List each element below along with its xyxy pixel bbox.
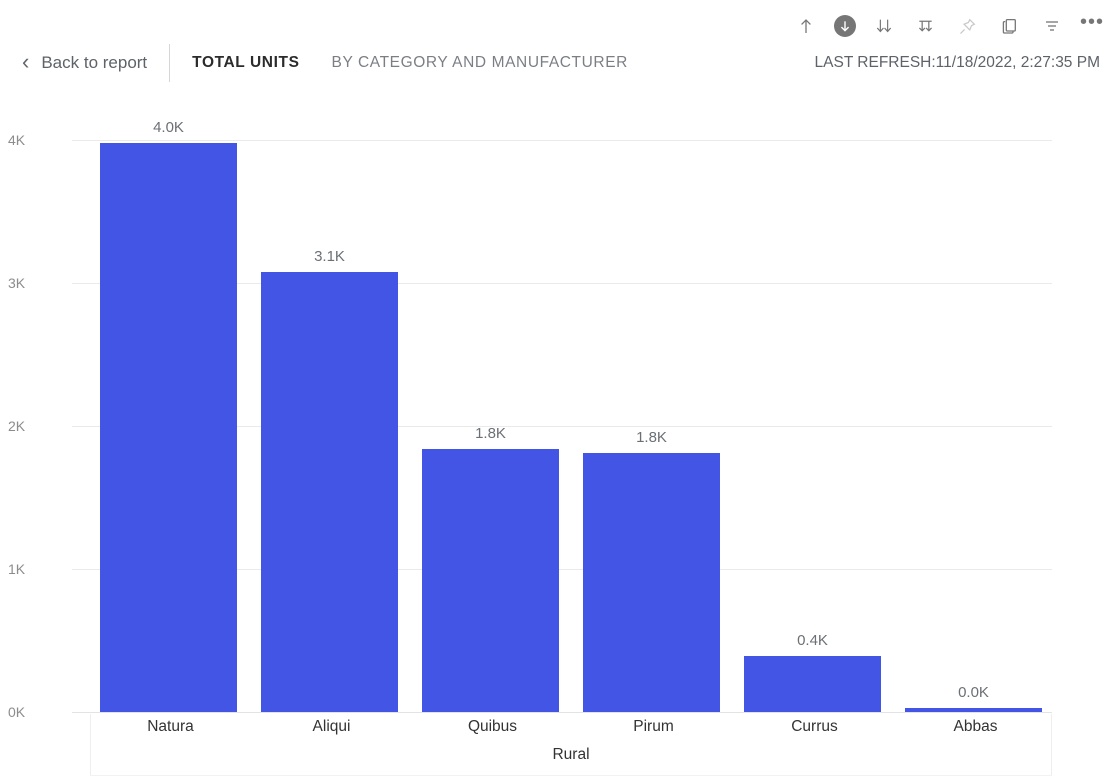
sort-double-down-icon[interactable]	[870, 12, 898, 40]
y-axis-tick-label: 3K	[8, 275, 26, 291]
back-to-report-label: Back to report	[41, 53, 148, 72]
plot-area: 0K 1K 2K 3K 4K 4.0K 3.1K 1.8K 1.8K 0.4K 0.0K	[8, 119, 1052, 720]
bar-value-label: 0.0K	[958, 683, 989, 701]
bar-slot: 4.0K	[90, 119, 251, 712]
power-bi-focus-view: ••• ‹ Back to report TOTAL UNITS BY CATE…	[0, 0, 1112, 776]
bar[interactable]	[583, 453, 720, 712]
page-title: TOTAL UNITS	[192, 54, 300, 71]
bar-value-label: 4.0K	[153, 118, 184, 136]
x-axis-category-label[interactable]: Aliqui	[251, 718, 412, 736]
bar-series: 4.0K 3.1K 1.8K 1.8K 0.4K 0.0K	[90, 119, 1052, 712]
visual-title-group: TOTAL UNITS BY CATEGORY AND MANUFACTURER	[192, 54, 628, 72]
bar-value-label: 3.1K	[314, 247, 345, 265]
chevron-left-icon: ‹	[22, 49, 30, 74]
bar-value-label: 1.8K	[475, 424, 506, 442]
x-axis-group-label: Rural	[552, 746, 590, 763]
header-divider	[169, 44, 171, 82]
page-subtitle: BY CATEGORY AND MANUFACTURER	[331, 54, 628, 71]
bar-slot: 3.1K	[251, 140, 412, 712]
visual-header: ‹ Back to report TOTAL UNITS BY CATEGORY…	[0, 44, 1112, 82]
bar[interactable]	[422, 448, 559, 712]
bar-chart: 0K 1K 2K 3K 4K 4.0K 3.1K 1.8K 1.8K 0.4K 0.0K Natu…	[0, 96, 1112, 776]
x-axis-category-label[interactable]: Natura	[90, 718, 251, 736]
bar[interactable]	[100, 142, 237, 712]
bar-value-label: 1.8K	[636, 429, 667, 447]
bar[interactable]	[261, 271, 398, 712]
bar-value-label: 0.4K	[797, 632, 828, 650]
bar-slot: 0.0K	[895, 140, 1056, 712]
visual-toolbar: •••	[792, 8, 1104, 44]
bar-slot: 1.8K	[412, 140, 573, 712]
copy-icon[interactable]	[996, 12, 1024, 40]
sort-descending-icon[interactable]	[833, 15, 856, 37]
x-axis-category-label[interactable]: Quibus	[412, 718, 573, 736]
bar-slot: 0.4K	[734, 140, 895, 712]
x-axis: Natura Aliqui Quibus Pirum Currus Abbas Rural	[90, 712, 1052, 776]
sort-ascending-icon[interactable]	[792, 12, 820, 40]
back-to-report-button[interactable]: ‹ Back to report	[22, 49, 148, 74]
more-options-icon[interactable]: •••	[1080, 12, 1104, 35]
y-axis-tick-label: 4K	[8, 132, 26, 148]
filter-icon[interactable]	[1038, 12, 1066, 40]
x-axis-category-label[interactable]: Currus	[734, 718, 895, 736]
sort-axis-icon[interactable]	[912, 12, 940, 40]
bar[interactable]	[744, 656, 881, 712]
y-axis-tick-label: 2K	[8, 418, 26, 434]
last-refresh-label: LAST REFRESH:11/18/2022, 2:27:35 PM	[814, 54, 1100, 71]
x-axis-category-label[interactable]: Abbas	[895, 718, 1056, 736]
y-axis-tick-label: 1K	[8, 561, 26, 577]
x-axis-category-label[interactable]: Pirum	[573, 718, 734, 736]
y-axis-tick-label: 0K	[8, 704, 26, 720]
bar-slot: 1.8K	[573, 140, 734, 712]
pin-icon[interactable]	[954, 12, 982, 40]
